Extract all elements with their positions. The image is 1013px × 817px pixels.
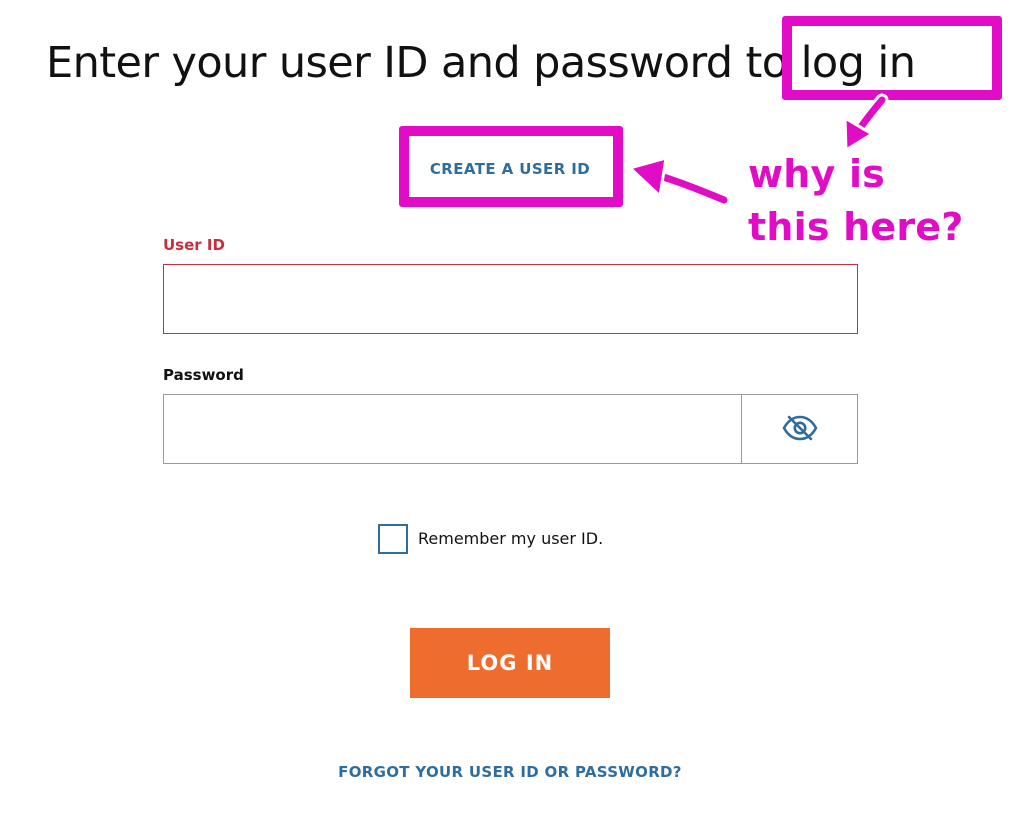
user-id-label: User ID (163, 236, 225, 254)
eye-slash-icon (781, 414, 819, 445)
remember-checkbox[interactable] (378, 524, 408, 554)
annotation-note: why is this here? (748, 148, 963, 254)
user-id-input[interactable] (163, 264, 858, 334)
password-input[interactable] (163, 394, 742, 464)
annotation-note-line-2: this here? (748, 205, 964, 249)
arrow-to-title-icon (843, 93, 889, 152)
create-link-highlight-box (399, 126, 623, 207)
login-button[interactable]: LOG IN (410, 628, 610, 698)
password-label: Password (163, 366, 244, 384)
show-password-button[interactable] (741, 394, 858, 464)
remember-label[interactable]: Remember my user ID. (418, 529, 603, 548)
title-highlight-box (782, 16, 1002, 100)
forgot-credentials-link[interactable]: FORGOT YOUR USER ID OR PASSWORD? (0, 763, 1013, 781)
annotation-note-line-1: why is (748, 152, 886, 196)
arrow-to-create-link-icon (628, 156, 731, 207)
